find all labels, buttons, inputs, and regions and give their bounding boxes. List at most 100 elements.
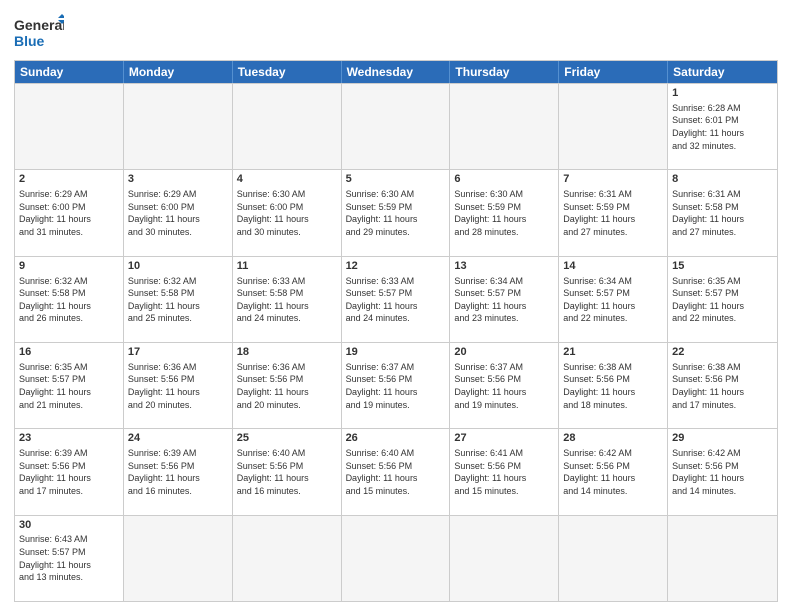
- day-number: 11: [237, 259, 337, 274]
- calendar-cell: [450, 84, 559, 169]
- cell-info: Sunrise: 6:31 AM Sunset: 5:59 PM Dayligh…: [563, 188, 663, 238]
- calendar-header-thursday: Thursday: [450, 61, 559, 83]
- calendar-cell: [559, 516, 668, 601]
- calendar-header-row: SundayMondayTuesdayWednesdayThursdayFrid…: [15, 61, 777, 83]
- day-number: 10: [128, 259, 228, 274]
- calendar-cell: 30Sunrise: 6:43 AM Sunset: 5:57 PM Dayli…: [15, 516, 124, 601]
- day-number: 30: [19, 518, 119, 533]
- svg-text:Blue: Blue: [14, 33, 45, 49]
- day-number: 21: [563, 345, 663, 360]
- calendar-body: 1Sunrise: 6:28 AM Sunset: 6:01 PM Daylig…: [15, 83, 777, 601]
- cell-info: Sunrise: 6:43 AM Sunset: 5:57 PM Dayligh…: [19, 533, 119, 583]
- cell-info: Sunrise: 6:30 AM Sunset: 5:59 PM Dayligh…: [454, 188, 554, 238]
- calendar: SundayMondayTuesdayWednesdayThursdayFrid…: [14, 60, 778, 602]
- day-number: 1: [672, 86, 773, 101]
- logo: General Blue: [14, 14, 64, 54]
- calendar-cell: 23Sunrise: 6:39 AM Sunset: 5:56 PM Dayli…: [15, 429, 124, 514]
- day-number: 23: [19, 431, 119, 446]
- calendar-week-4: 23Sunrise: 6:39 AM Sunset: 5:56 PM Dayli…: [15, 428, 777, 514]
- day-number: 29: [672, 431, 773, 446]
- day-number: 19: [346, 345, 446, 360]
- calendar-cell: [15, 84, 124, 169]
- calendar-cell: 7Sunrise: 6:31 AM Sunset: 5:59 PM Daylig…: [559, 170, 668, 255]
- calendar-cell: 5Sunrise: 6:30 AM Sunset: 5:59 PM Daylig…: [342, 170, 451, 255]
- day-number: 6: [454, 172, 554, 187]
- svg-text:General: General: [14, 17, 64, 33]
- calendar-cell: 4Sunrise: 6:30 AM Sunset: 6:00 PM Daylig…: [233, 170, 342, 255]
- calendar-cell: 17Sunrise: 6:36 AM Sunset: 5:56 PM Dayli…: [124, 343, 233, 428]
- cell-info: Sunrise: 6:39 AM Sunset: 5:56 PM Dayligh…: [128, 447, 228, 497]
- day-number: 5: [346, 172, 446, 187]
- day-number: 25: [237, 431, 337, 446]
- cell-info: Sunrise: 6:33 AM Sunset: 5:57 PM Dayligh…: [346, 275, 446, 325]
- cell-info: Sunrise: 6:28 AM Sunset: 6:01 PM Dayligh…: [672, 102, 773, 152]
- cell-info: Sunrise: 6:39 AM Sunset: 5:56 PM Dayligh…: [19, 447, 119, 497]
- calendar-cell: 29Sunrise: 6:42 AM Sunset: 5:56 PM Dayli…: [668, 429, 777, 514]
- cell-info: Sunrise: 6:35 AM Sunset: 5:57 PM Dayligh…: [672, 275, 773, 325]
- calendar-cell: 12Sunrise: 6:33 AM Sunset: 5:57 PM Dayli…: [342, 257, 451, 342]
- day-number: 7: [563, 172, 663, 187]
- cell-info: Sunrise: 6:36 AM Sunset: 5:56 PM Dayligh…: [128, 361, 228, 411]
- calendar-cell: 20Sunrise: 6:37 AM Sunset: 5:56 PM Dayli…: [450, 343, 559, 428]
- calendar-week-0: 1Sunrise: 6:28 AM Sunset: 6:01 PM Daylig…: [15, 83, 777, 169]
- day-number: 24: [128, 431, 228, 446]
- cell-info: Sunrise: 6:29 AM Sunset: 6:00 PM Dayligh…: [128, 188, 228, 238]
- calendar-cell: [124, 84, 233, 169]
- cell-info: Sunrise: 6:40 AM Sunset: 5:56 PM Dayligh…: [346, 447, 446, 497]
- calendar-cell: 24Sunrise: 6:39 AM Sunset: 5:56 PM Dayli…: [124, 429, 233, 514]
- cell-info: Sunrise: 6:34 AM Sunset: 5:57 PM Dayligh…: [563, 275, 663, 325]
- calendar-week-3: 16Sunrise: 6:35 AM Sunset: 5:57 PM Dayli…: [15, 342, 777, 428]
- calendar-cell: 27Sunrise: 6:41 AM Sunset: 5:56 PM Dayli…: [450, 429, 559, 514]
- calendar-cell: 21Sunrise: 6:38 AM Sunset: 5:56 PM Dayli…: [559, 343, 668, 428]
- page: General Blue SundayMondayTuesdayWednesda…: [0, 0, 792, 612]
- day-number: 4: [237, 172, 337, 187]
- day-number: 18: [237, 345, 337, 360]
- calendar-header-friday: Friday: [559, 61, 668, 83]
- cell-info: Sunrise: 6:30 AM Sunset: 5:59 PM Dayligh…: [346, 188, 446, 238]
- day-number: 17: [128, 345, 228, 360]
- calendar-cell: [233, 516, 342, 601]
- cell-info: Sunrise: 6:37 AM Sunset: 5:56 PM Dayligh…: [346, 361, 446, 411]
- calendar-header-saturday: Saturday: [668, 61, 777, 83]
- calendar-cell: [233, 84, 342, 169]
- calendar-week-1: 2 Sunrise: 6:29 AM Sunset: 6:00 PM Daylig…: [15, 169, 777, 255]
- calendar-week-2: 9 Sunrise: 6:32 AM Sunset: 5:58 PM Daylig…: [15, 256, 777, 342]
- cell-info: Sunrise: 6:34 AM Sunset: 5:57 PM Dayligh…: [454, 275, 554, 325]
- day-number: 28: [563, 431, 663, 446]
- day-number: 2: [19, 172, 119, 187]
- calendar-cell: 26Sunrise: 6:40 AM Sunset: 5:56 PM Dayli…: [342, 429, 451, 514]
- day-number: 27: [454, 431, 554, 446]
- day-number: 15: [672, 259, 773, 274]
- calendar-cell: [450, 516, 559, 601]
- calendar-cell: 25Sunrise: 6:40 AM Sunset: 5:56 PM Dayli…: [233, 429, 342, 514]
- calendar-header-sunday: Sunday: [15, 61, 124, 83]
- calendar-cell: 3Sunrise: 6:29 AM Sunset: 6:00 PM Daylig…: [124, 170, 233, 255]
- calendar-cell: [342, 516, 451, 601]
- cell-info: Sunrise: 6:35 AM Sunset: 5:57 PM Dayligh…: [19, 361, 119, 411]
- calendar-cell: 13Sunrise: 6:34 AM Sunset: 5:57 PM Dayli…: [450, 257, 559, 342]
- cell-info: Sunrise: 6:37 AM Sunset: 5:56 PM Dayligh…: [454, 361, 554, 411]
- calendar-cell: 15Sunrise: 6:35 AM Sunset: 5:57 PM Dayli…: [668, 257, 777, 342]
- calendar-cell: 19Sunrise: 6:37 AM Sunset: 5:56 PM Dayli…: [342, 343, 451, 428]
- calendar-header-monday: Monday: [124, 61, 233, 83]
- cell-info: Sunrise: 6:32 AM Sunset: 5:58 PM Dayligh…: [128, 275, 228, 325]
- day-number: 9: [19, 259, 119, 274]
- calendar-cell: 6Sunrise: 6:30 AM Sunset: 5:59 PM Daylig…: [450, 170, 559, 255]
- calendar-cell: 10Sunrise: 6:32 AM Sunset: 5:58 PM Dayli…: [124, 257, 233, 342]
- cell-info: Sunrise: 6:30 AM Sunset: 6:00 PM Dayligh…: [237, 188, 337, 238]
- logo-svg: General Blue: [14, 14, 64, 54]
- day-number: 12: [346, 259, 446, 274]
- calendar-header-tuesday: Tuesday: [233, 61, 342, 83]
- cell-info: Sunrise: 6:42 AM Sunset: 5:56 PM Dayligh…: [672, 447, 773, 497]
- cell-info: Sunrise: 6:38 AM Sunset: 5:56 PM Dayligh…: [672, 361, 773, 411]
- calendar-cell: [342, 84, 451, 169]
- calendar-cell: 8Sunrise: 6:31 AM Sunset: 5:58 PM Daylig…: [668, 170, 777, 255]
- day-number: 14: [563, 259, 663, 274]
- calendar-cell: 11Sunrise: 6:33 AM Sunset: 5:58 PM Dayli…: [233, 257, 342, 342]
- cell-info: Sunrise: 6:33 AM Sunset: 5:58 PM Dayligh…: [237, 275, 337, 325]
- calendar-cell: 9Sunrise: 6:32 AM Sunset: 5:58 PM Daylig…: [15, 257, 124, 342]
- calendar-cell: 22Sunrise: 6:38 AM Sunset: 5:56 PM Dayli…: [668, 343, 777, 428]
- day-number: 20: [454, 345, 554, 360]
- cell-info: Sunrise: 6:41 AM Sunset: 5:56 PM Dayligh…: [454, 447, 554, 497]
- calendar-cell: 28Sunrise: 6:42 AM Sunset: 5:56 PM Dayli…: [559, 429, 668, 514]
